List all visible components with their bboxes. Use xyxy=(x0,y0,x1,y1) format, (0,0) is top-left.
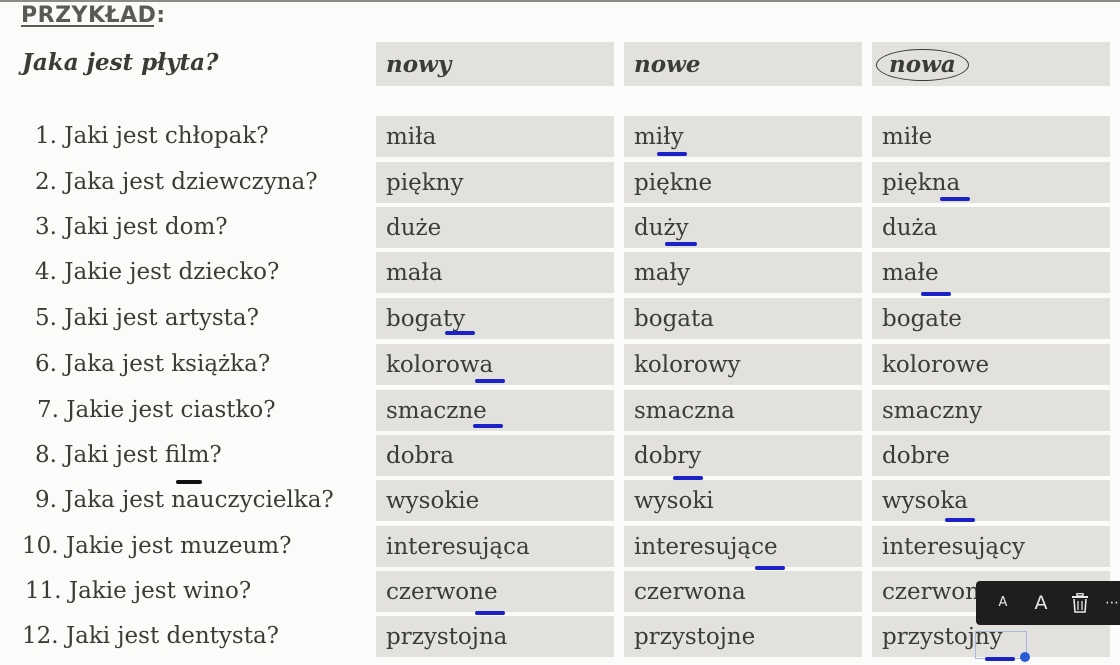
question-8: 8. Jaki jest film? xyxy=(35,442,222,468)
answer-cell-12-a: przystojna xyxy=(376,616,614,657)
answer-cell-10-a: interesująca xyxy=(376,526,614,567)
ink-underline-mark xyxy=(445,331,475,335)
example-question: Jaka jest płyta? xyxy=(22,49,219,76)
answer-cell-1-b: miły xyxy=(624,116,862,157)
ink-underline-mark xyxy=(945,518,975,522)
answer-cell-3-c: duża xyxy=(872,207,1110,248)
answer-cell-5-c: bogate xyxy=(872,298,1110,339)
top-rule xyxy=(0,0,1120,2)
answer-cell-8-a: dobra xyxy=(376,435,614,476)
example-option-3-text: nowa xyxy=(876,49,969,81)
ink-underline-mark xyxy=(475,379,505,383)
delete-button[interactable] xyxy=(1066,581,1094,625)
ink-underline-mark xyxy=(985,657,1015,661)
answer-cell-4-c: małe xyxy=(872,252,1110,293)
question-9: 9. Jaka jest nauczycielka? xyxy=(35,487,334,513)
ink-underline-mark-black xyxy=(176,480,202,484)
answer-cell-10-c: interesujący xyxy=(872,526,1110,567)
trash-icon xyxy=(1072,592,1088,613)
example-option-2: nowe xyxy=(624,42,862,86)
answer-cell-7-c: smaczny xyxy=(872,390,1110,431)
answer-cell-11-a: czerwone xyxy=(376,571,614,612)
answer-cell-2-b: piękne xyxy=(624,162,862,203)
ink-underline-mark xyxy=(940,197,970,201)
annotation-toolbar: A A ⋯ xyxy=(976,581,1120,625)
answer-cell-9-b: wysoki xyxy=(624,480,862,521)
ink-underline-mark xyxy=(755,566,785,570)
question-12: 12. Jaki jest dentysta? xyxy=(22,623,279,649)
answer-cell-3-a: duże xyxy=(376,207,614,248)
example-option-2-text: nowe xyxy=(634,51,701,78)
question-7: 7. Jakie jest ciastko? xyxy=(37,397,276,423)
answer-cell-4-b: mały xyxy=(624,252,862,293)
answer-cell-8-c: dobre xyxy=(872,435,1110,476)
answer-cell-1-a: miła xyxy=(376,116,614,157)
resize-handle[interactable] xyxy=(1020,652,1030,662)
answer-cell-8-b: dobry xyxy=(624,435,862,476)
example-option-3-circled: nowa xyxy=(872,42,1110,86)
example-option-1: nowy xyxy=(376,42,614,86)
question-10: 10. Jakie jest muzeum? xyxy=(22,533,292,559)
question-11: 11. Jakie jest wino? xyxy=(25,578,252,604)
ink-underline-mark xyxy=(665,242,697,246)
ink-underline-mark xyxy=(673,476,703,480)
answer-cell-5-a: bogaty xyxy=(376,298,614,339)
example-option-1-text: nowy xyxy=(386,51,452,78)
increase-font-button[interactable]: A xyxy=(1028,581,1054,625)
answer-cell-2-a: piękny xyxy=(376,162,614,203)
question-1: 1. Jaki jest chłopak? xyxy=(35,123,269,149)
question-4: 4. Jakie jest dziecko? xyxy=(35,259,280,285)
heading: PRZYKŁAD: xyxy=(21,3,166,28)
answer-cell-4-a: mała xyxy=(376,252,614,293)
ink-underline-mark xyxy=(473,424,503,428)
answer-cell-7-b: smaczna xyxy=(624,390,862,431)
more-icon[interactable]: ⋯ xyxy=(1104,581,1120,625)
question-3: 3. Jaki jest dom? xyxy=(35,214,228,240)
answer-cell-5-b: bogata xyxy=(624,298,862,339)
answer-cell-9-a: wysokie xyxy=(376,480,614,521)
answer-cell-3-b: duży xyxy=(624,207,862,248)
ink-underline-mark xyxy=(921,292,951,296)
answer-cell-6-c: kolorowe xyxy=(872,344,1110,385)
ink-underline-mark xyxy=(657,152,687,156)
answer-cell-11-b: czerwona xyxy=(624,571,862,612)
decrease-font-button[interactable]: A xyxy=(990,581,1016,625)
heading-underline xyxy=(21,25,154,27)
question-6: 6. Jaka jest książka? xyxy=(35,351,271,377)
answer-cell-12-b: przystojne xyxy=(624,616,862,657)
question-2: 2. Jaka jest dziewczyna? xyxy=(35,169,318,195)
question-5: 5. Jaki jest artysta? xyxy=(35,305,259,331)
answer-cell-10-b: interesujące xyxy=(624,526,862,567)
answer-cell-2-c: piękna xyxy=(872,162,1110,203)
answer-cell-6-b: kolorowy xyxy=(624,344,862,385)
answer-cell-1-c: miłe xyxy=(872,116,1110,157)
answer-cell-9-c: wysoka xyxy=(872,480,1110,521)
ink-underline-mark xyxy=(475,611,505,615)
